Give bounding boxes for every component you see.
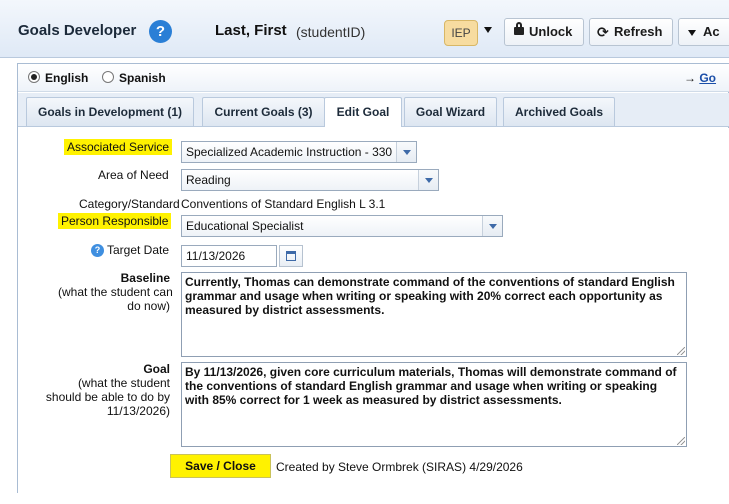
created-by-text: Created by Steve Ormbrek (SIRAS) 4/29/20… — [276, 460, 523, 474]
goal-subtitle-1: (what the student — [77, 376, 170, 390]
goal-subtitle-2: should be able to do by — [45, 390, 170, 404]
goto-label[interactable]: Go — [699, 71, 716, 85]
english-label[interactable]: English — [45, 71, 88, 85]
associated-service-label: Associated Service — [64, 139, 173, 155]
caret-down-icon — [688, 30, 696, 36]
associated-service-value: Specialized Academic Instruction - 330 — [186, 145, 393, 159]
actions-label: Ac — [703, 24, 720, 39]
goal-textarea[interactable]: By 11/13/2026, given core curriculum mat… — [181, 362, 687, 447]
tab-goals-in-development[interactable]: Goals in Development (1) — [26, 97, 194, 126]
question-circle-icon[interactable]: ? — [149, 20, 172, 43]
baseline-text: Currently, Thomas can demonstrate comman… — [185, 275, 675, 317]
app-title: Goals Developer — [18, 22, 137, 39]
goal-label: Goal (what the student should be able to… — [36, 362, 170, 418]
area-of-need-select[interactable]: Reading — [181, 169, 439, 191]
area-of-need-value: Reading — [186, 173, 231, 187]
refresh-icon: ⟳ — [597, 24, 609, 40]
arrow-right-icon: → — [684, 71, 696, 85]
chevron-down-icon — [396, 142, 416, 162]
baseline-subtitle-1: (what the student can — [58, 285, 173, 299]
unlock-label: Unlock — [529, 24, 573, 39]
tab-archived-goals[interactable]: Archived Goals — [503, 97, 615, 126]
baseline-label: Baseline (what the student can do now) — [58, 271, 173, 313]
baseline-textarea[interactable]: Currently, Thomas can demonstrate comman… — [181, 272, 687, 357]
target-date-label: Target Date — [107, 243, 170, 257]
associated-service-select[interactable]: Specialized Academic Instruction - 330 — [181, 141, 417, 163]
spanish-radio[interactable] — [102, 71, 114, 83]
tab-current-goals[interactable]: Current Goals (3) — [202, 97, 325, 126]
chevron-down-icon — [482, 216, 502, 236]
language-bar: English Spanish → Go — [18, 64, 729, 92]
chevron-down-icon[interactable] — [484, 27, 492, 33]
person-responsible-value: Educational Specialist — [186, 219, 304, 233]
category-standard-label: Category/Standard — [79, 197, 180, 211]
tab-edit-goal[interactable]: Edit Goal — [324, 97, 402, 127]
student-name: Last, First — [215, 22, 287, 39]
unlock-button[interactable]: Unlock — [504, 18, 584, 46]
english-radio[interactable] — [28, 71, 40, 83]
goal-title: Goal — [143, 362, 170, 376]
target-date-input[interactable]: 11/13/2026 — [181, 245, 277, 267]
area-of-need-label: Area of Need — [98, 168, 169, 182]
goto-link[interactable]: → Go — [684, 71, 716, 85]
goal-text: By 11/13/2026, given core curriculum mat… — [185, 365, 677, 407]
goal-subtitle-3: 11/13/2026) — [106, 404, 170, 418]
person-responsible-label: Person Responsible — [58, 213, 172, 229]
baseline-title: Baseline — [120, 271, 170, 285]
actions-menu-button[interactable]: Ac — [678, 18, 729, 46]
calendar-icon — [286, 251, 296, 261]
tab-bar: Goals in Development (1) Current Goals (… — [18, 93, 729, 127]
refresh-button[interactable]: ⟳ Refresh — [589, 18, 673, 46]
spanish-label[interactable]: Spanish — [119, 71, 166, 85]
baseline-subtitle-2: do now) — [127, 299, 170, 313]
info-circle-icon[interactable]: ? — [91, 244, 104, 257]
iep-badge[interactable]: IEP — [444, 20, 478, 46]
resize-grip-icon[interactable] — [677, 437, 685, 445]
refresh-label: Refresh — [614, 24, 663, 39]
person-responsible-select[interactable]: Educational Specialist — [181, 215, 503, 237]
goal-panel: English Spanish → Go Goals in Developmen… — [17, 63, 729, 493]
app-header: Goals Developer ? Last, First (studentID… — [0, 0, 729, 58]
edit-goal-form: Associated Service Specialized Academic … — [18, 128, 729, 493]
lock-icon — [514, 22, 524, 35]
save-close-button[interactable]: Save / Close — [170, 454, 271, 478]
student-id: (studentID) — [296, 24, 366, 40]
chevron-down-icon — [418, 170, 438, 190]
resize-grip-icon[interactable] — [677, 347, 685, 355]
calendar-button[interactable] — [279, 245, 303, 267]
tab-goal-wizard[interactable]: Goal Wizard — [404, 97, 497, 126]
category-standard-value: Conventions of Standard English L 3.1 — [181, 197, 386, 211]
